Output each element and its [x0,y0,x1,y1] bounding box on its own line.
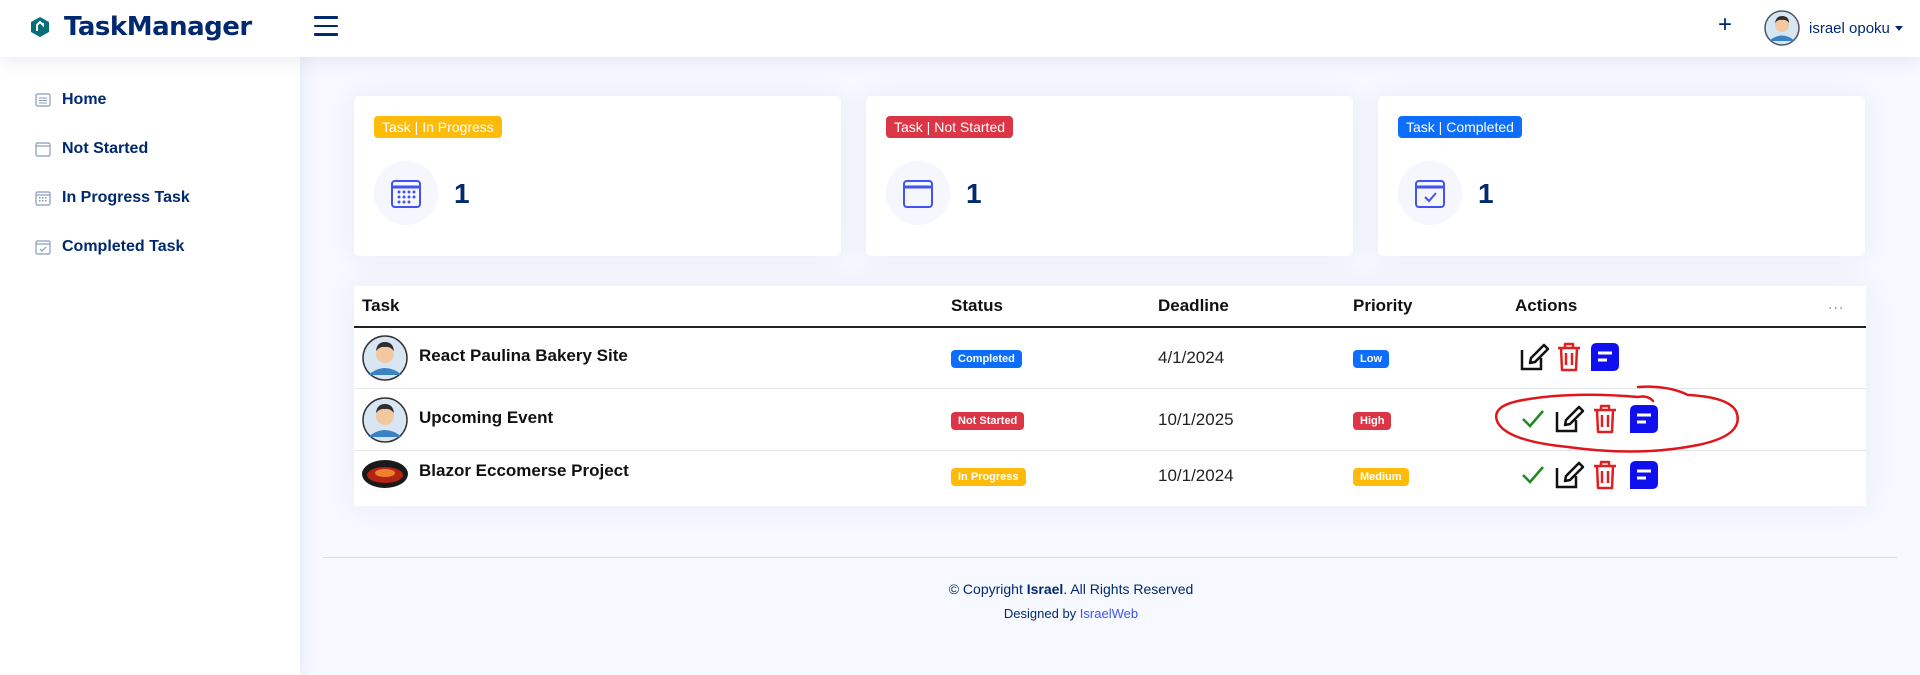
copyright-suffix: . All Rights Reserved [1063,581,1194,597]
calendar-grid-icon [35,191,51,206]
plus-icon[interactable]: + [1718,11,1732,39]
table-row: Blazor Eccomerse Project In Progress 10/… [354,451,1866,513]
status-badge: Completed [951,350,1022,368]
deadline: 10/1/2025 [1158,410,1234,429]
sidebar-item-label: Completed Task [62,238,185,255]
calendar-check-icon [1415,180,1445,208]
more-options-button[interactable]: ... [1828,296,1844,314]
deadline: 10/1/2024 [1158,466,1234,485]
footer-copyright: © Copyright Israel. All Rights Reserved [0,581,1920,597]
project-thumbnail [362,460,408,488]
column-header-deadline: Deadline [1158,296,1229,315]
priority-badge: Low [1353,350,1389,368]
check-icon[interactable] [1520,461,1546,487]
column-header-priority: Priority [1353,296,1413,315]
column-header-actions: Actions [1515,296,1578,315]
footer-credits: Designed by IsraelWeb [0,606,1920,621]
edit-icon[interactable] [1518,341,1550,373]
card-icon-wrap [886,161,950,225]
chevron-down-icon [1894,25,1903,31]
trash-icon[interactable] [1589,459,1621,491]
sidebar-item-home[interactable]: Home [35,91,106,109]
copyright-owner: Israel [1026,581,1064,597]
card-icon-wrap [374,161,438,225]
card-count: 1 [454,178,470,209]
column-header-task: Task [362,296,400,315]
user-name: israel opoku [1809,19,1890,37]
calendar-check-icon [35,240,51,255]
sidebar-item-completed[interactable]: Completed Task [35,238,184,256]
app-title: TaskManager [64,12,252,42]
card-completed: Task | Completed 1 [1378,96,1865,256]
card-count: 1 [966,178,982,209]
status-badge: Not Started [951,412,1025,430]
user-menu[interactable]: israel opoku [1764,10,1903,46]
list-icon [35,93,51,107]
edit-icon[interactable] [1553,459,1585,491]
card-not-started: Task | Not Started 1 [866,96,1353,256]
message-icon[interactable] [1589,341,1621,373]
calendar-icon [903,180,933,208]
table-row: Upcoming Event Not Started 10/1/2025 Hig… [354,385,1866,453]
task-name[interactable]: Blazor Eccomerse Project [419,461,629,481]
hamburger-icon[interactable] [314,16,338,38]
card-count: 1 [1478,178,1494,209]
priority-badge: High [1353,412,1392,430]
logo-icon [31,17,49,37]
designed-by-prefix: Designed by [1003,606,1080,621]
card-icon-wrap [1398,161,1462,225]
avatar [362,397,408,443]
card-in-progress: Task | In Progress 1 [354,96,841,256]
status-badge: In Progress [951,468,1026,486]
deadline: 4/1/2024 [1158,348,1225,367]
status-badge: Task | Not Started [886,116,1014,138]
message-icon[interactable] [1628,459,1660,491]
column-header-status: Status [951,296,1003,315]
top-header: TaskManager + israel opoku [0,0,1920,57]
footer-divider [323,557,1897,558]
status-badge: Task | In Progress [374,116,502,138]
priority-badge: Medium [1353,468,1409,486]
designer-link[interactable]: IsraelWeb [1080,606,1138,621]
task-table: Task Status Deadline Priority Actions ..… [354,286,1866,506]
annotation-circle [1495,385,1739,453]
sidebar-item-label: In Progress Task [62,189,190,206]
task-name[interactable]: React Paulina Bakery Site [419,346,628,366]
sidebar-item-label: Home [62,91,107,108]
avatar [1764,10,1800,46]
avatar [362,335,408,381]
calendar-grid-icon [391,180,421,208]
calendar-icon [35,142,51,157]
copyright-prefix: © Copyright [948,581,1027,597]
sidebar-item-in-progress[interactable]: In Progress Task [35,189,190,207]
trash-icon[interactable] [1553,341,1585,373]
sidebar-item-label: Not Started [62,140,149,157]
app-logo[interactable]: TaskManager [31,12,252,42]
task-name[interactable]: Upcoming Event [419,408,553,428]
status-badge: Task | Completed [1398,116,1522,138]
sidebar-item-not-started[interactable]: Not Started [35,140,148,158]
table-row: React Paulina Bakery Site Completed 4/1/… [354,327,1866,389]
